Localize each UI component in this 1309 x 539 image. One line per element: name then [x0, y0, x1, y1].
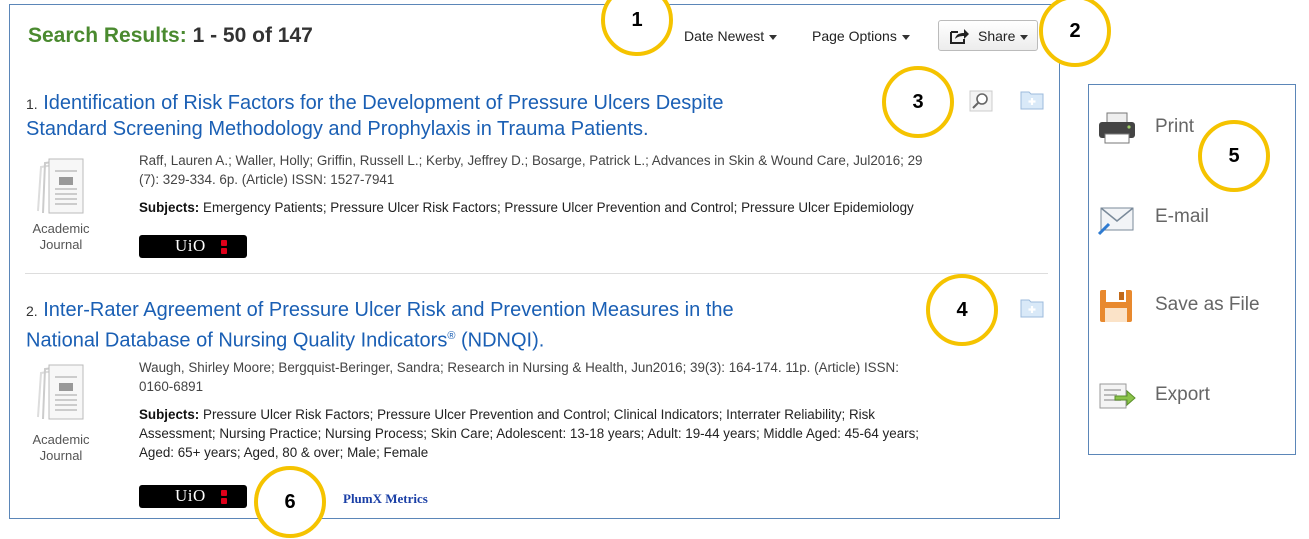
result-title-2[interactable]: 2. Inter-Rater Agreement of Pressure Ulc… [26, 298, 734, 354]
subjects-label: Subjects: [139, 407, 200, 422]
export-icon [1099, 383, 1136, 409]
result-number: 1. [26, 96, 38, 112]
academic-journal-icon [35, 155, 87, 215]
callout-6: 6 [254, 466, 326, 538]
subjects-label: Subjects: [139, 200, 200, 215]
result-divider [25, 273, 1048, 274]
share-email-item[interactable]: E-mail [1097, 200, 1292, 236]
preview-icon[interactable] [969, 90, 993, 117]
share-export-item[interactable]: Export [1097, 378, 1292, 414]
results-heading-label: Search Results: [28, 24, 187, 47]
share-button[interactable]: Share [938, 20, 1038, 51]
result-subjects: Subjects: Emergency Patients; Pressure U… [139, 200, 914, 215]
envelope-icon [1097, 207, 1134, 236]
page-options-label: Page Options [812, 28, 897, 44]
publication-type: Academic Journal [32, 432, 90, 463]
publication-type: Academic Journal [32, 221, 90, 252]
add-to-folder-icon[interactable] [1020, 296, 1044, 323]
sort-label: Date Newest [684, 28, 765, 44]
printer-icon [1099, 112, 1135, 144]
callout-2: 2 [1039, 0, 1111, 67]
floppy-disk-icon [1100, 290, 1132, 322]
academic-journal-icon [35, 361, 87, 421]
callout-3: 3 [882, 66, 954, 138]
share-save-file-item[interactable]: Save as File [1097, 288, 1292, 324]
callout-4: 4 [926, 274, 998, 346]
callout-5: 5 [1198, 120, 1270, 192]
uio-link-badge[interactable]: UiO [139, 485, 247, 508]
sort-dropdown[interactable]: Date Newest [684, 28, 778, 44]
result-number: 2. [26, 303, 38, 319]
add-to-folder-icon[interactable] [1020, 88, 1044, 115]
uio-link-badge[interactable]: UiO [139, 235, 247, 258]
page-options-dropdown[interactable]: Page Options [812, 28, 910, 44]
result-citation: Waugh, Shirley Moore; Bergquist-Beringer… [139, 360, 899, 394]
share-label: Share [978, 28, 1029, 44]
results-heading: Search Results: 1 - 50 of 147 [28, 24, 313, 48]
plumx-metrics-link[interactable]: PlumX Metrics [343, 491, 428, 507]
caret-down-icon [1020, 34, 1029, 40]
caret-down-icon [901, 34, 910, 40]
caret-down-icon [769, 34, 778, 40]
results-count: 1 - 50 of 147 [192, 24, 313, 47]
result-citation: Raff, Lauren A.; Waller, Holly; Griffin,… [139, 153, 923, 187]
result-title-1[interactable]: 1. Identification of Risk Factors for th… [26, 91, 724, 142]
result-subjects: Subjects: Pressure Ulcer Risk Factors; P… [139, 407, 920, 460]
share-arrow-icon [950, 29, 969, 44]
